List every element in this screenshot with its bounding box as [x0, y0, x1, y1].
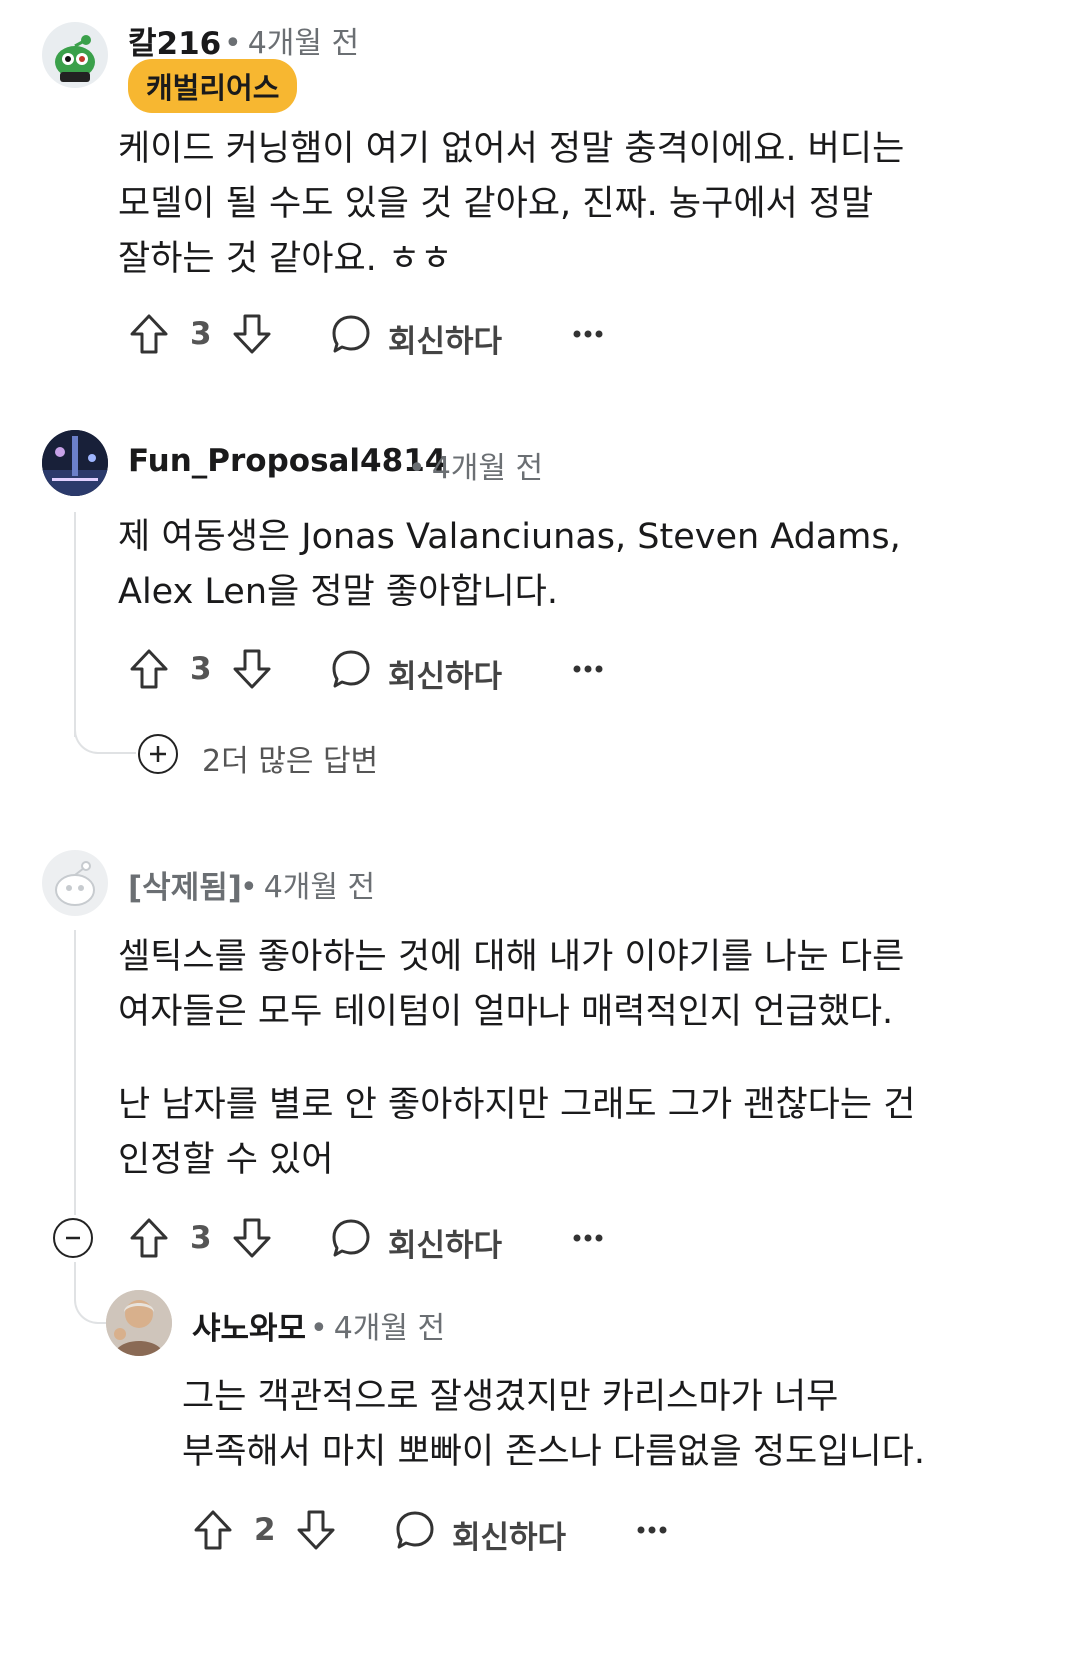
arrow-down-outline-icon [297, 1510, 335, 1550]
ellipsis-icon [573, 665, 603, 673]
comment-time: 4개월 전 [333, 1311, 446, 1346]
more-options-button[interactable] [632, 1508, 672, 1552]
meta-separator: • [310, 1311, 328, 1346]
comment-meta: • 4개월 전 [402, 443, 543, 487]
arrow-up-outline-icon [130, 1218, 168, 1258]
comment-author[interactable]: 칼216 [128, 18, 221, 63]
profile-photo-icon [42, 430, 108, 496]
comment-meta: • 4개월 전 [304, 1303, 445, 1347]
comment-time: 4개월 전 [247, 26, 360, 61]
vote-count: 3 [190, 1220, 212, 1256]
avatar[interactable] [42, 22, 108, 88]
downvote-button[interactable] [231, 312, 273, 356]
ellipsis-icon [573, 330, 603, 338]
user-flair: 캐벌리어스 [128, 59, 298, 113]
reply-label[interactable]: 회신하다 [388, 651, 502, 696]
snoo-avatar-icon [55, 35, 95, 82]
ellipsis-icon [573, 1234, 603, 1242]
arrow-down-outline-icon [233, 314, 271, 354]
comment-body: 그는 객관적으로 잘생겼지만 카리스마가 너무 부족해서 마치 뽀빠이 존스나 … [182, 1377, 925, 1472]
comment-actions: 3 회신하다 [128, 647, 628, 695]
arrow-up-outline-icon [130, 649, 168, 689]
more-options-button[interactable] [568, 312, 608, 356]
speech-bubble-icon [332, 315, 370, 353]
comment-body: 제 여동생은 Jonas Valanciunas, Steven Adams, … [118, 517, 901, 612]
avatar[interactable] [42, 430, 108, 496]
comment-body: 케이드 커닝햄이 여기 없어서 정말 충격이에요. 버디는 모델이 될 수도 있… [118, 129, 905, 279]
comment-body-paragraph-1: 셀틱스를 좋아하는 것에 대해 내가 이야기를 나눈 다른 여자들은 모두 테이… [118, 937, 905, 1032]
comment-time: 4개월 전 [263, 870, 376, 905]
more-options-button[interactable] [568, 1216, 608, 1260]
upvote-button[interactable] [128, 647, 170, 691]
speech-bubble-icon [396, 1511, 434, 1549]
thread-line[interactable] [74, 930, 76, 1215]
minus-circle-icon [66, 1236, 80, 1240]
meta-separator: • [240, 870, 258, 905]
arrow-down-outline-icon [233, 1218, 271, 1258]
expand-replies-button[interactable] [138, 734, 178, 774]
more-options-button[interactable] [568, 647, 608, 691]
vote-count: 3 [190, 316, 212, 352]
arrow-up-outline-icon [194, 1510, 232, 1550]
meta-separator: • [224, 26, 242, 61]
meta-separator: • [408, 451, 426, 486]
speech-bubble-icon [332, 650, 370, 688]
arrow-up-outline-icon [130, 314, 168, 354]
downvote-button[interactable] [231, 1216, 273, 1260]
vote-count: 3 [190, 651, 212, 687]
plus-circle-icon [150, 746, 166, 762]
thread-branch [74, 700, 136, 754]
reply-label[interactable]: 회신하다 [388, 1220, 502, 1265]
upvote-button[interactable] [192, 1508, 234, 1552]
arrow-down-outline-icon [233, 649, 271, 689]
comment-actions: 3 회신하다 [128, 312, 628, 360]
comment-author[interactable]: 샤노와모 [192, 1303, 306, 1348]
comment-body-paragraph-2: 난 남자를 별로 안 좋아하지만 그래도 그가 괜찮다는 건 인정할 수 있어 [118, 1085, 916, 1180]
reply-label[interactable]: 회신하다 [388, 316, 502, 361]
comment-author[interactable]: Fun_Proposal4814 [128, 443, 446, 479]
upvote-button[interactable] [128, 312, 170, 356]
deleted-user-snoo-icon [55, 861, 95, 906]
upvote-button[interactable] [128, 1216, 170, 1260]
reply-label[interactable]: 회신하다 [452, 1512, 566, 1557]
comment-actions: 3 회신하다 [128, 1216, 628, 1264]
downvote-button[interactable] [231, 647, 273, 691]
comment-time: 4개월 전 [431, 451, 544, 486]
ellipsis-icon [637, 1526, 667, 1534]
avatar[interactable] [42, 850, 108, 916]
vote-count: 2 [254, 1512, 276, 1548]
comment-author: [삭제됨] [128, 870, 242, 906]
avatar[interactable] [106, 1290, 172, 1356]
speech-bubble-icon [332, 1219, 370, 1257]
collapse-thread-button[interactable] [53, 1218, 93, 1258]
comment-meta: • 4개월 전 [234, 862, 375, 906]
downvote-button[interactable] [295, 1508, 337, 1552]
comment-meta: • 4개월 전 [218, 18, 359, 62]
profile-photo-icon [106, 1290, 172, 1356]
comment-actions: 2 회신하다 [192, 1508, 692, 1556]
more-replies-link[interactable]: 2더 많은 답변 [202, 736, 378, 780]
